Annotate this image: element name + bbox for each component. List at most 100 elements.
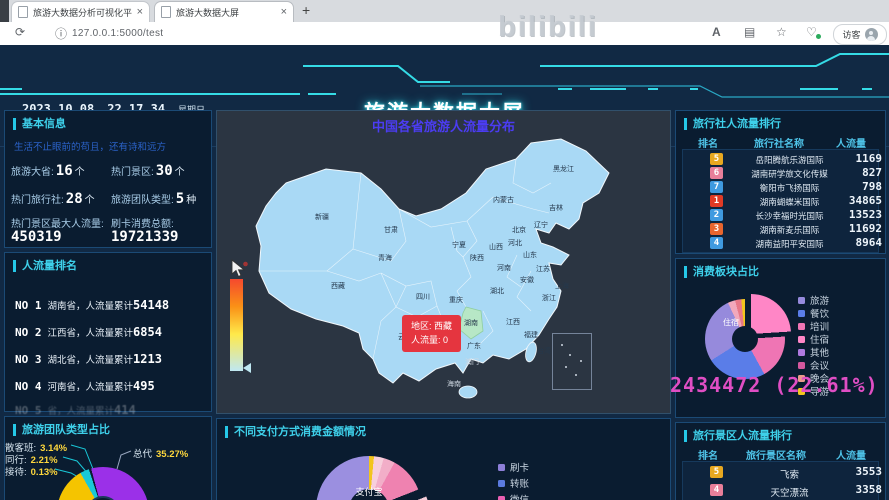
favorites-star-icon[interactable]: ☆	[776, 25, 787, 39]
legend-item[interactable]: 会议	[798, 358, 829, 372]
legend-item[interactable]: 餐饮	[798, 306, 829, 320]
province-label[interactable]: 西藏	[331, 281, 345, 291]
panel-title: 人流量排名	[13, 260, 77, 272]
province-label[interactable]: 山西	[489, 242, 503, 252]
new-tab-button[interactable]: +	[302, 2, 310, 18]
province-label[interactable]: 四川	[416, 292, 430, 302]
table-row: 3 湖南新麦乐国际 11692	[682, 222, 882, 236]
table-row: 2 长沙幸福时光国际 13523	[682, 208, 882, 222]
table-row: 7 衡阳市飞扬国际 798	[682, 180, 882, 194]
province-label[interactable]: 内蒙古	[493, 195, 514, 205]
tab-close-icon[interactable]: ×	[281, 6, 287, 18]
table-row: 5 飞索 3553	[682, 465, 882, 481]
map-tooltip: 地区: 西藏 人流量: 0	[402, 315, 462, 352]
rank-badge: 5	[710, 466, 723, 478]
panel-scenic-ranking: 旅行景区人流量排行 排名 旅行景区名称 人流量 5 飞索 3553 4 天空漂流 3…	[675, 422, 886, 500]
stat-value: 450319	[11, 229, 62, 245]
province-label[interactable]: 浙江	[542, 293, 556, 303]
tab-close-icon[interactable]: ×	[137, 6, 143, 18]
basic-info-subtitle: 生活不止眼前的苟且，还有诗和远方	[14, 142, 167, 153]
province-label[interactable]: 北京	[512, 225, 526, 235]
province-label[interactable]: 宁夏	[452, 240, 466, 250]
province-label[interactable]: 新疆	[315, 212, 329, 222]
donut-center-label: 支付宝	[355, 487, 383, 497]
legend-swatch	[498, 463, 505, 471]
province-label[interactable]: 江苏	[536, 264, 550, 274]
donut-center-label: 住宿	[723, 318, 739, 327]
tab-platform[interactable]: 旅游大数据分析可视化平台 ×	[11, 1, 150, 22]
stat-item: 旅游团队类型: 5 种	[111, 191, 197, 207]
ranking-row: NO 3 湖北省，人流量累计1213	[15, 352, 162, 366]
legend-item[interactable]: 其他	[798, 345, 829, 359]
province-label[interactable]: 海南	[447, 379, 461, 389]
tooltip-flow: 人流量: 0	[411, 335, 449, 346]
province-label[interactable]: 辽宁	[534, 220, 548, 230]
header-decoration	[0, 53, 889, 98]
stat-item: 热门景区: 30 个	[111, 163, 185, 179]
avatar	[864, 28, 878, 41]
legend-item[interactable]: 住宿	[798, 332, 829, 346]
rank-badge: 4	[710, 237, 723, 249]
url-text[interactable]: 127.0.0.1:5000/test	[72, 28, 163, 39]
table-row: 4 湖南益阳平安国际 8964	[682, 236, 882, 250]
column-header: 排名	[698, 139, 718, 150]
tab-title: 旅游大数据分析可视化平台	[33, 7, 133, 18]
province-label[interactable]: 青海	[378, 253, 392, 263]
read-aloud-icon[interactable]: A	[712, 25, 721, 39]
column-header: 旅行社名称	[754, 139, 804, 150]
legend-item[interactable]: 培训	[798, 319, 829, 333]
province-label[interactable]: 重庆	[449, 295, 463, 305]
province-label[interactable]: 湖北	[490, 286, 504, 296]
split-screen-icon[interactable]: ▤	[744, 25, 755, 39]
legend-item[interactable]: 转账	[498, 476, 529, 490]
province-label[interactable]: 黑龙江	[553, 164, 574, 174]
window-edge	[0, 0, 9, 22]
province-label[interactable]: 安徽	[520, 275, 534, 285]
province-label[interactable]: 上海	[555, 281, 569, 291]
address-bar: ⟳ ⓘ 127.0.0.1:5000/test A ▤ ☆ ♡ 访客	[0, 22, 889, 46]
province-label[interactable]: 河北	[508, 238, 522, 248]
province-label[interactable]: 澳门	[465, 357, 479, 367]
rank-badge: 6	[710, 167, 723, 179]
province-label[interactable]: 吉林	[549, 203, 563, 213]
profile-button[interactable]: 访客	[833, 24, 887, 45]
panel-payment: 不同支付方式消费金额情况 支付宝 刷卡 转账 微信	[216, 418, 671, 500]
stat-item: 热门景区最大人流量:	[11, 219, 104, 230]
visualmap-handle[interactable]	[243, 363, 251, 373]
south-china-sea-inset	[552, 333, 592, 390]
province-label[interactable]: 河南	[497, 263, 511, 273]
legend-item[interactable]: 刷卡	[498, 460, 529, 474]
reload-icon[interactable]: ⟳	[15, 25, 25, 39]
legend-item[interactable]: 旅游	[798, 293, 829, 307]
table-row: 4 天空漂流 3358	[682, 483, 882, 499]
province-label[interactable]: 广东	[467, 341, 481, 351]
province-label[interactable]: 陕西	[470, 253, 484, 263]
ranking-row: NO 1 湖南省，人流量累计54148	[15, 298, 170, 312]
province-label[interactable]: 甘肃	[384, 225, 398, 235]
tab-dashboard[interactable]: 旅游大数据大屏 ×	[154, 1, 294, 22]
legend-item[interactable]: 微信	[498, 492, 529, 500]
rank-badge: 2	[710, 209, 723, 221]
ranking-row: NO 5 省，人流量累计414	[15, 403, 136, 417]
china-map[interactable]	[231, 121, 671, 413]
column-header: 排名	[698, 451, 718, 462]
dashboard: 2023 10 08 22 17 34 星期日 旅游大数据大屏 基本信息 生活不…	[0, 45, 889, 500]
panel-title: 不同支付方式消费金额情况	[225, 426, 366, 438]
consume-value-overlay: 2434472 (22.61%)	[670, 373, 879, 397]
hainan-island	[458, 385, 478, 399]
panel-team-type: 旅游团队类型占比 散客班: 3.14% 同行: 2.21% 接待: 0.13% 总代 3…	[4, 416, 212, 500]
panel-flow-ranking: 人流量排名 NO 1 湖南省，人流量累计54148 NO 2 江西省，人流量累计68…	[4, 252, 212, 417]
legend-swatch	[498, 495, 505, 500]
site-info-icon[interactable]: ⓘ	[55, 25, 67, 42]
province-label[interactable]: 山东	[523, 250, 537, 260]
province-label[interactable]: 台湾	[537, 346, 551, 356]
panel-title: 基本信息	[13, 118, 66, 130]
stat-value: 19721339	[111, 229, 179, 245]
panel-title: 旅行社人流量排行	[684, 118, 781, 130]
visualmap-gradient[interactable]	[230, 279, 243, 371]
province-label[interactable]: 福建	[524, 330, 538, 340]
tooltip-region: 地区: 西藏	[411, 321, 453, 331]
panel-china-map: 中国各省旅游人流量分布 黑龙江 内蒙古 吉林 辽宁 北京 河北 山西 山东 新疆…	[216, 110, 671, 414]
province-label[interactable]: 湖南	[464, 318, 478, 328]
province-label[interactable]: 江西	[506, 317, 520, 327]
